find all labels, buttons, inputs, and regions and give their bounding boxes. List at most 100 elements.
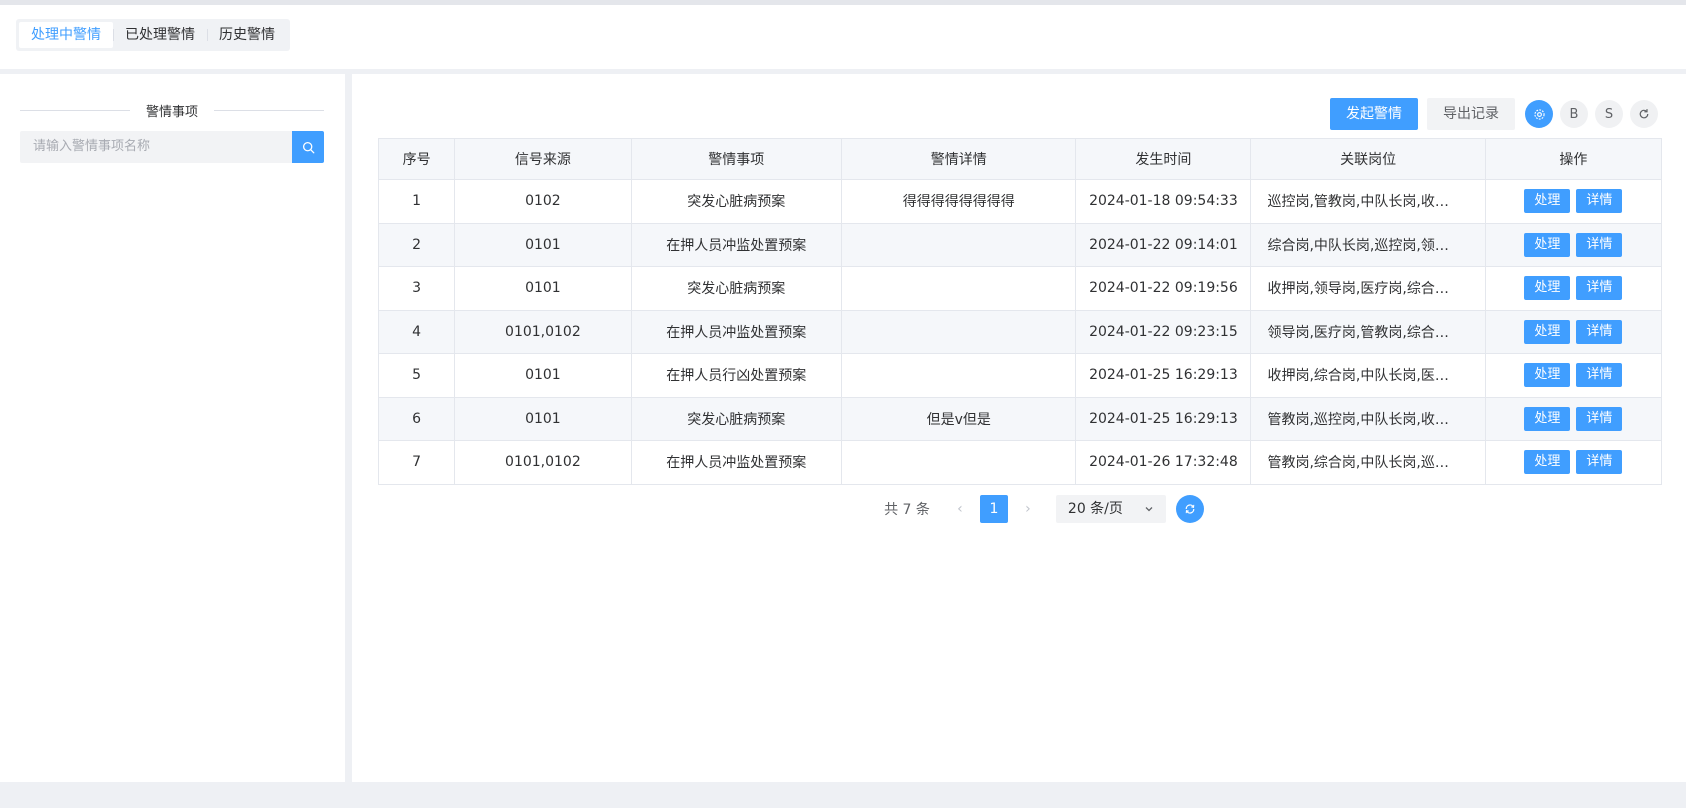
cell-item: 在押人员冲监处置预案 xyxy=(630,440,843,485)
table-header-row: 序号 信号来源 警情事项 警情详情 发生时间 关联岗位 操作 xyxy=(377,138,1663,180)
cell-no: 3 xyxy=(377,266,456,311)
cell-no: 1 xyxy=(377,179,456,224)
cell-source: 0102 xyxy=(454,179,632,224)
chevron-down-icon xyxy=(1145,507,1153,512)
gear-icon xyxy=(1533,108,1545,120)
search-bar: 请输入警情事项名称 xyxy=(20,131,324,163)
refresh-button[interactable] xyxy=(1630,100,1658,128)
cell-posts: 收押岗,综合岗,中队长岗,医疗... xyxy=(1250,353,1486,398)
col-header-posts[interactable]: 关联岗位 xyxy=(1250,138,1486,180)
cell-posts: 巡控岗,管教岗,中队长岗,收押... xyxy=(1250,179,1486,224)
cell-no: 2 xyxy=(377,222,456,267)
cell-item: 在押人员行凶处置预案 xyxy=(630,353,843,398)
size-b-button[interactable]: B xyxy=(1560,100,1588,128)
col-header-time[interactable]: 发生时间 xyxy=(1075,138,1252,180)
col-header-source[interactable]: 信号来源 xyxy=(454,138,632,180)
tab-processed[interactable]: 已处理警情 xyxy=(113,22,207,48)
table-row: 7 0101,0102 在押人员冲监处置预案 2024-01-26 17:32:… xyxy=(377,440,1663,485)
col-header-detail[interactable]: 警情详情 xyxy=(841,138,1077,180)
cell-posts: 综合岗,中队长岗,巡控岗,领导... xyxy=(1250,222,1486,267)
refresh-icon xyxy=(1639,109,1649,119)
process-button[interactable]: 处理 xyxy=(1524,363,1571,388)
tab-processing[interactable]: 处理中警情 xyxy=(19,22,113,48)
cell-no: 4 xyxy=(377,309,456,354)
cell-no: 6 xyxy=(377,396,456,441)
cell-item: 突发心脏病预案 xyxy=(630,179,843,224)
divider-line xyxy=(214,109,325,111)
cell-source: 0101,0102 xyxy=(454,440,632,485)
pagination: 共 7 条 ‹ 1 › 20 条/页 xyxy=(352,494,1686,524)
cell-posts: 收押岗,领导岗,医疗岗,综合岗,... xyxy=(1250,266,1486,311)
tab-group: 处理中警情 已处理警情 历史警情 xyxy=(16,19,290,51)
pager-refresh-button[interactable] xyxy=(1175,495,1204,523)
panel-divider xyxy=(345,74,352,782)
export-button[interactable]: 导出记录 xyxy=(1427,98,1515,130)
toolbar: 发起警情 导出记录 B S xyxy=(1330,98,1658,130)
cell-detail xyxy=(841,309,1077,354)
next-page-icon[interactable]: › xyxy=(1014,501,1042,517)
cell-source: 0101 xyxy=(454,396,632,441)
settings-button[interactable] xyxy=(1525,100,1553,128)
page-size-select[interactable]: 20 条/页 xyxy=(1055,495,1166,523)
cell-posts: 管教岗,综合岗,中队长岗,巡控... xyxy=(1250,440,1486,485)
start-alarm-button[interactable]: 发起警情 xyxy=(1330,98,1418,130)
cell-time: 2024-01-18 09:54:33 xyxy=(1075,179,1252,224)
cell-detail: 得得得得得得得得 xyxy=(841,179,1077,224)
process-button[interactable]: 处理 xyxy=(1524,232,1571,257)
detail-button[interactable]: 详情 xyxy=(1576,450,1623,475)
cell-item: 在押人员冲监处置预案 xyxy=(630,309,843,354)
table-row: 1 0102 突发心脏病预案 得得得得得得得得 2024-01-18 09:54… xyxy=(377,179,1663,224)
section-title: 警情事项 xyxy=(146,104,199,120)
cell-time: 2024-01-22 09:23:15 xyxy=(1075,309,1252,354)
cell-time: 2024-01-26 17:32:48 xyxy=(1075,440,1252,485)
cell-actions: 处理 详情 xyxy=(1484,353,1663,398)
cell-item: 突发心脏病预案 xyxy=(630,266,843,311)
cell-time: 2024-01-22 09:19:56 xyxy=(1075,266,1252,311)
cell-posts: 管教岗,巡控岗,中队长岗,收押... xyxy=(1250,396,1486,441)
cell-source: 0101 xyxy=(454,266,632,311)
search-button[interactable] xyxy=(292,131,324,163)
tab-bar: 处理中警情 已处理警情 历史警情 xyxy=(0,5,1686,69)
main-panel: 发起警情 导出记录 B S 序号 信号来源 警情事项 警情详情 发生时间 关联岗… xyxy=(352,74,1686,782)
cell-detail: 但是v但是 xyxy=(841,396,1077,441)
cell-actions: 处理 详情 xyxy=(1484,222,1663,267)
tab-history[interactable]: 历史警情 xyxy=(207,22,287,48)
page-size-value: 20 条/页 xyxy=(1067,501,1123,517)
detail-button[interactable]: 详情 xyxy=(1576,276,1623,301)
process-button[interactable]: 处理 xyxy=(1524,450,1571,475)
cell-item: 突发心脏病预案 xyxy=(630,396,843,441)
detail-button[interactable]: 详情 xyxy=(1576,406,1623,431)
total-count: 共 7 条 xyxy=(884,502,930,518)
detail-button[interactable]: 详情 xyxy=(1576,363,1623,388)
table-row: 3 0101 突发心脏病预案 2024-01-22 09:19:56 收押岗,领… xyxy=(377,266,1663,311)
prev-page-icon[interactable]: ‹ xyxy=(946,501,974,517)
footer-band xyxy=(0,782,1686,808)
refresh-icon xyxy=(1185,504,1195,514)
cell-detail xyxy=(841,222,1077,267)
process-button[interactable]: 处理 xyxy=(1524,319,1571,344)
left-panel xyxy=(0,74,345,782)
detail-button[interactable]: 详情 xyxy=(1576,189,1623,214)
table-row: 4 0101,0102 在押人员冲监处置预案 2024-01-22 09:23:… xyxy=(377,309,1663,354)
section-heading: 警情事项 xyxy=(20,100,325,120)
cell-no: 5 xyxy=(377,353,456,398)
cell-time: 2024-01-25 16:29:13 xyxy=(1075,353,1252,398)
process-button[interactable]: 处理 xyxy=(1524,406,1571,431)
detail-button[interactable]: 详情 xyxy=(1576,319,1623,344)
alarm-table: 序号 信号来源 警情事项 警情详情 发生时间 关联岗位 操作 1 0102 突发… xyxy=(377,138,1663,485)
process-button[interactable]: 处理 xyxy=(1524,276,1571,301)
col-header-no[interactable]: 序号 xyxy=(377,138,456,180)
size-s-button[interactable]: S xyxy=(1595,100,1623,128)
cell-item: 在押人员冲监处置预案 xyxy=(630,222,843,267)
table-row: 2 0101 在押人员冲监处置预案 2024-01-22 09:14:01 综合… xyxy=(377,222,1663,267)
detail-button[interactable]: 详情 xyxy=(1576,232,1623,257)
cell-detail xyxy=(841,266,1077,311)
cell-source: 0101 xyxy=(454,353,632,398)
page-number-current[interactable]: 1 xyxy=(979,495,1008,523)
search-input[interactable]: 请输入警情事项名称 xyxy=(20,131,292,163)
table-row: 5 0101 在押人员行凶处置预案 2024-01-25 16:29:13 收押… xyxy=(377,353,1663,398)
cell-actions: 处理 详情 xyxy=(1484,309,1663,354)
cell-source: 0101,0102 xyxy=(454,309,632,354)
col-header-item[interactable]: 警情事项 xyxy=(630,138,843,180)
process-button[interactable]: 处理 xyxy=(1524,189,1571,214)
